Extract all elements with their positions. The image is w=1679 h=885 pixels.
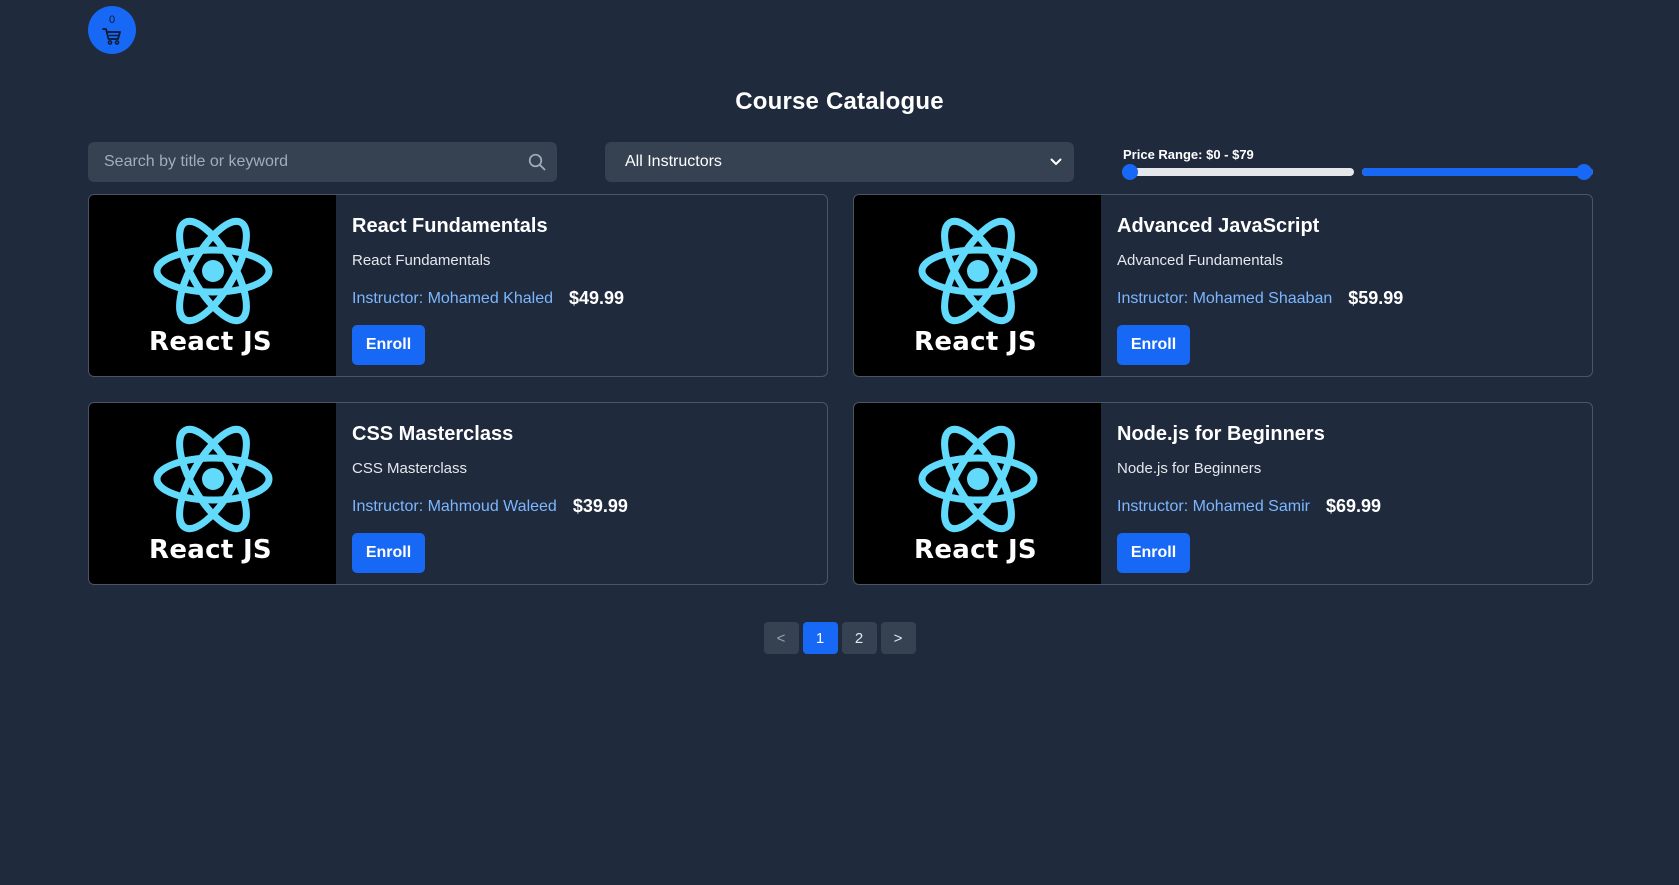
course-description: CSS Masterclass <box>352 460 468 477</box>
course-price: $39.99 <box>572 496 628 516</box>
enroll-button[interactable]: Enroll <box>1117 533 1190 573</box>
course-grid: React JS React Fundamentals React Fundam… <box>88 194 1593 585</box>
enroll-button[interactable]: Enroll <box>352 533 425 573</box>
instructor-select-value: All Instructors <box>625 153 722 170</box>
course-card: React JS Node.js for Beginners Node.js f… <box>853 402 1593 585</box>
price-max-slider[interactable] <box>1362 164 1593 180</box>
course-price: $69.99 <box>1325 496 1382 516</box>
course-description: React Fundamentals <box>352 252 491 269</box>
course-thumbnail: React JS <box>854 403 1101 584</box>
price-range-label: Price Range: $0 - $79 <box>1123 147 1254 162</box>
course-thumbnail: React JS <box>89 195 336 376</box>
thumbnail-label: React JS <box>149 327 272 357</box>
pagination: < 1 2 > <box>0 622 1679 654</box>
enroll-button[interactable]: Enroll <box>352 325 425 365</box>
search-input[interactable] <box>88 141 517 183</box>
course-instructor: Instructor: Mahmoud Waleed <box>352 497 557 515</box>
price-min-slider-thumb[interactable] <box>1121 164 1138 180</box>
next-page-button[interactable]: > <box>880 622 916 654</box>
course-title: React Fundamentals <box>352 215 548 237</box>
price-max-slider-fill <box>1362 168 1593 176</box>
course-card: React JS CSS Masterclass CSS Masterclass… <box>88 402 828 585</box>
course-instructor: Instructor: Mohamed Shaaban <box>1117 289 1333 307</box>
page-button-1[interactable]: 1 <box>802 622 838 654</box>
price-max-slider-thumb[interactable] <box>1575 164 1592 180</box>
cart-icon <box>102 27 122 45</box>
price-range-filter: Price Range: $0 - $79 <box>1121 147 1593 180</box>
course-title: CSS Masterclass <box>352 423 514 445</box>
search-icon[interactable] <box>517 153 557 171</box>
course-instructor: Instructor: Mohamed Khaled <box>352 289 553 307</box>
course-price: $49.99 <box>569 288 625 308</box>
page-title: Course Catalogue <box>735 88 944 115</box>
course-card: React JS React Fundamentals React Fundam… <box>88 194 828 377</box>
cart-count-badge: 0 <box>108 14 116 26</box>
course-thumbnail: React JS <box>89 403 336 584</box>
react-logo-icon <box>918 217 1038 325</box>
course-thumbnail: React JS <box>854 195 1101 376</box>
search-bar <box>88 141 557 183</box>
cart-button[interactable]: 0 <box>88 6 136 54</box>
thumbnail-label: React JS <box>149 535 272 565</box>
instructor-select[interactable]: All Instructors <box>605 142 1074 182</box>
chevron-down-icon <box>1050 153 1062 171</box>
thumbnail-label: React JS <box>914 327 1037 357</box>
page-button-2[interactable]: 2 <box>841 622 877 654</box>
price-min-slider[interactable] <box>1121 164 1354 180</box>
course-instructor: Instructor: Mohamed Samir <box>1117 497 1310 515</box>
course-title: Node.js for Beginners <box>1117 423 1325 445</box>
react-logo-icon <box>153 217 273 325</box>
prev-page-button[interactable]: < <box>763 622 799 654</box>
react-logo-icon <box>153 425 273 533</box>
course-title: Advanced JavaScript <box>1117 215 1320 237</box>
react-logo-icon <box>918 425 1038 533</box>
course-description: Node.js for Beginners <box>1117 460 1262 477</box>
course-description: Advanced Fundamentals <box>1117 252 1283 269</box>
course-card: React JS Advanced JavaScript Advanced Fu… <box>853 194 1593 377</box>
course-price: $59.99 <box>1348 288 1404 308</box>
thumbnail-label: React JS <box>914 535 1037 565</box>
enroll-button[interactable]: Enroll <box>1117 325 1190 365</box>
